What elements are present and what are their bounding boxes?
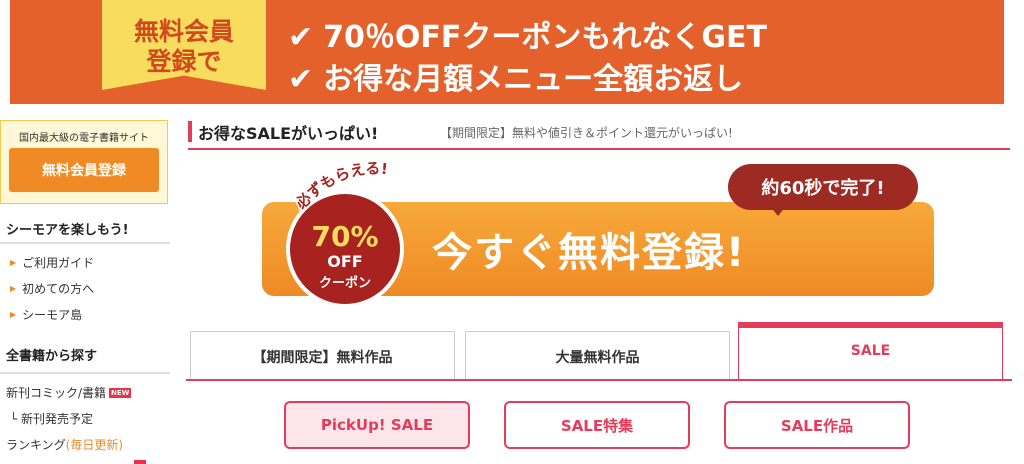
coupon-arc-text: 必ずもらえる! (290, 162, 390, 212)
tab-label: 【期間限定】無料作品 (252, 349, 393, 366)
coupon-label: クーポン (318, 276, 371, 291)
sidebar-item-label: シーモア島 (22, 308, 83, 322)
sidebar-link-label: ランキング (6, 438, 66, 452)
tab-label: SALE (850, 343, 891, 359)
section-subtitle: 【期間限定】無料や値引き＆ポイント還元がいっぱい! (440, 126, 733, 140)
tab-bulk-free[interactable]: 大量無料作品 (465, 331, 730, 381)
sidebar-divider (0, 372, 170, 374)
coupon-arc-label: 必ずもらえる! (290, 162, 390, 212)
time-pill: 約60秒で完了! (728, 164, 918, 210)
section-accent-bar (188, 121, 192, 142)
tab-limited-free[interactable]: 【期間限定】無料作品 (190, 331, 455, 381)
coupon-percent: 70% (311, 220, 379, 253)
sale-feature-button[interactable]: SALE特集 (504, 401, 690, 449)
sidebar-caption: 国内最大級の電子書籍サイト (19, 133, 149, 144)
sale-works-button[interactable]: SALE作品 (724, 401, 910, 449)
sidebar-item-first-time[interactable]: ▶ 初めての方へ (10, 280, 94, 297)
promo-line-2: ✔ お得な月額メニュー全額お返し (288, 54, 743, 98)
sidebar-link-label: 新刊コミック/書籍 (6, 386, 107, 400)
sidebar-item-label: 初めての方へ (22, 282, 95, 296)
triangle-right-icon: ▶ (10, 284, 17, 293)
pickup-sale-button[interactable]: PickUp! SALE (284, 401, 470, 449)
free-register-button[interactable]: 無料会員登録 (9, 148, 159, 192)
sidebar-item-guide[interactable]: ▶ ご利用ガイド (10, 254, 94, 271)
promo-line-2-text: お得な月額メニュー全額お返し (323, 62, 744, 97)
sidebar-link-upcoming[interactable]: └ 新刊発売予定 (10, 410, 93, 427)
sidebar-item-label: ご利用ガイド (22, 256, 95, 270)
promo-line-1: ✔ 70％OFFクーポンもれなくGET (288, 12, 767, 56)
time-pill-tail (770, 206, 786, 216)
new-badge-partial (134, 460, 146, 464)
top-promo-banner[interactable]: 無料会員 登録で ✔ 70％OFFクーポンもれなくGET ✔ お得な月額メニュー全額… (10, 0, 1004, 104)
sidebar-heading-browse: 全書籍から探す (6, 349, 98, 364)
tab-label: 大量無料作品 (555, 349, 640, 366)
sidebar-heading-enjoy: シーモアを楽しもう! (6, 223, 129, 238)
register-now-text: 今すぐ無料登録! (432, 230, 747, 276)
sidebar-register-box: 国内最大級の電子書籍サイト 無料会員登録 (0, 120, 168, 204)
check-icon: ✔ (288, 62, 314, 97)
svg-text:必ずもらえる!: 必ずもらえる! (291, 162, 388, 212)
section-title: お得なSALEがいっぱい! (198, 124, 379, 143)
tab-divider (186, 379, 1012, 381)
tab-sale[interactable]: SALE (738, 322, 1003, 380)
coupon-off: OFF (327, 252, 363, 271)
new-badge: NEW (109, 388, 132, 398)
sidebar-divider (0, 242, 170, 244)
sidebar-link-ranking[interactable]: ランキング(毎日更新) (6, 436, 123, 453)
triangle-right-icon: ▶ (10, 310, 17, 319)
promo-badge: 無料会員 登録で (102, 0, 266, 90)
check-icon: ✔ (288, 20, 314, 55)
promo-badge-line2: 登録で (146, 47, 222, 76)
triangle-right-icon: ▶ (10, 258, 17, 267)
ranking-note: (毎日更新) (65, 438, 124, 452)
sidebar-link-new-releases[interactable]: 新刊コミック/書籍 NEW (6, 384, 132, 401)
promo-line-1-text: 70％OFFクーポンもれなくGET (323, 20, 767, 55)
sidebar-item-cmoa-island[interactable]: ▶ シーモア島 (10, 306, 82, 323)
section-divider (188, 148, 1010, 150)
